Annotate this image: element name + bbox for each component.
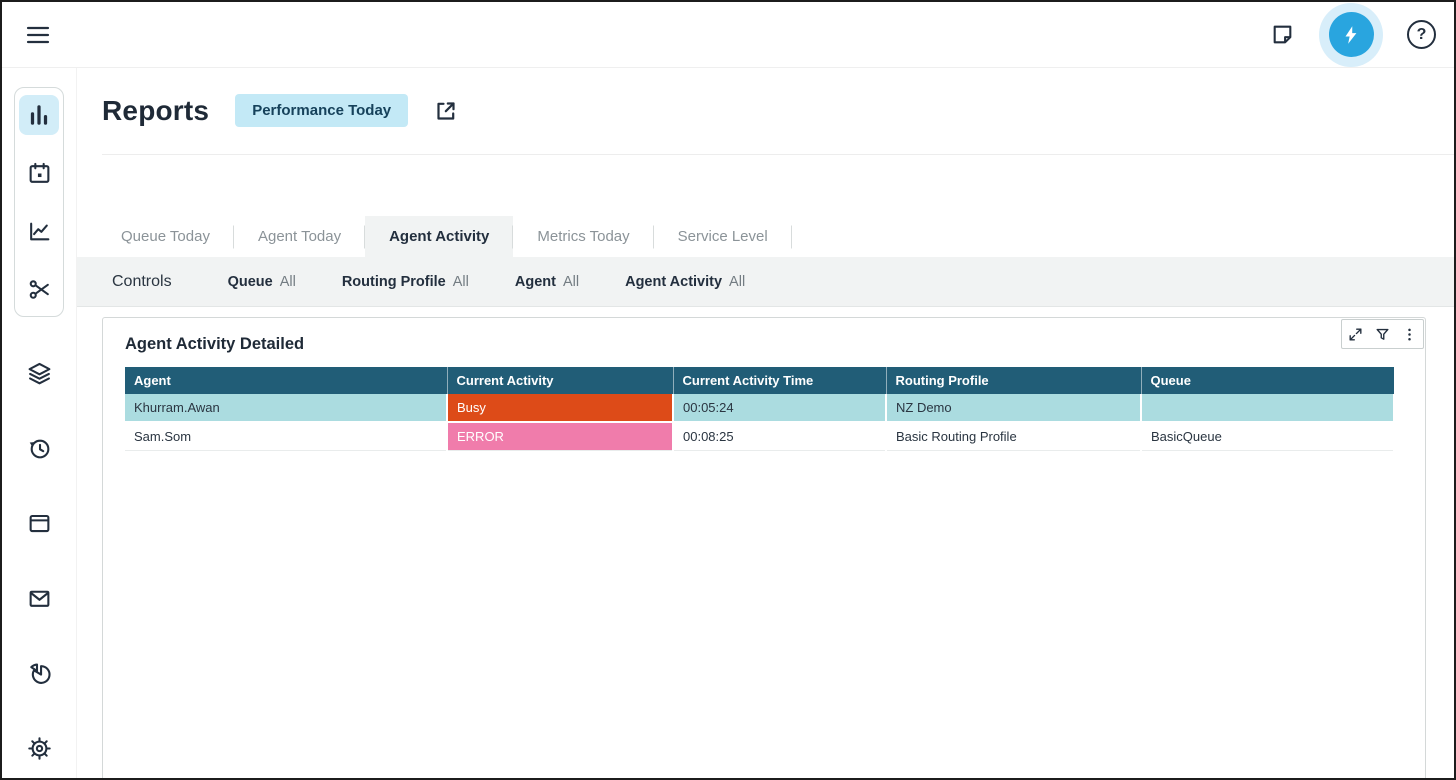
column-header-current-activity-time: Current Activity Time bbox=[673, 367, 886, 394]
filter-value: All bbox=[453, 274, 469, 290]
controls-bar: Controls Queue All Routing Profile All Age… bbox=[77, 257, 1454, 307]
lightning-icon bbox=[1340, 24, 1362, 46]
ellipsis-vertical-icon bbox=[1402, 327, 1417, 342]
column-header-current-activity: Current Activity bbox=[447, 367, 673, 394]
tab-metrics-today[interactable]: Metrics Today bbox=[513, 216, 653, 257]
settings-gear-icon bbox=[27, 736, 52, 761]
sidebar-item-dashboards[interactable] bbox=[19, 653, 59, 693]
hamburger-icon bbox=[24, 21, 52, 49]
expand-icon bbox=[1348, 327, 1363, 342]
page-header: Reports Performance Today bbox=[77, 68, 1454, 127]
filter-value: All bbox=[563, 274, 579, 290]
cell-current-activity: Busy bbox=[447, 394, 673, 422]
column-header-routing-profile: Routing Profile bbox=[886, 367, 1141, 394]
cell-queue: BasicQueue bbox=[1141, 422, 1394, 451]
report-badge: Performance Today bbox=[235, 94, 408, 127]
tab-service-level[interactable]: Service Level bbox=[654, 216, 792, 257]
mail-icon bbox=[27, 586, 52, 611]
open-external-button[interactable] bbox=[434, 99, 458, 123]
agent-activity-table: Agent Current Activity Current Activity … bbox=[125, 367, 1395, 451]
main-content: Reports Performance Today Queue Today Ag… bbox=[77, 68, 1454, 778]
sidebar-item-routing[interactable] bbox=[19, 353, 59, 393]
report-tabs: Queue Today Agent Today Agent Activity M… bbox=[77, 216, 1454, 257]
cell-current-activity: ERROR bbox=[447, 422, 673, 451]
filter-value: All bbox=[729, 274, 745, 290]
filters: Queue All Routing Profile All Agent All Age… bbox=[228, 274, 746, 290]
more-options-button[interactable] bbox=[1396, 320, 1423, 348]
expand-button[interactable] bbox=[1342, 320, 1369, 348]
filter-queue[interactable]: Queue All bbox=[228, 274, 296, 290]
card-title: Agent Activity Detailed bbox=[103, 318, 1425, 354]
topbar: ? bbox=[2, 2, 1454, 68]
column-header-queue: Queue bbox=[1141, 367, 1394, 394]
sidebar-item-schedule[interactable] bbox=[19, 153, 59, 193]
funnel-icon bbox=[1375, 327, 1390, 342]
cell-agent: Sam.Som bbox=[125, 422, 447, 451]
sidebar bbox=[2, 68, 77, 778]
tab-label: Service Level bbox=[678, 228, 768, 245]
filter-label: Routing Profile bbox=[342, 274, 446, 290]
calendar-icon bbox=[27, 161, 52, 186]
filter-routing-profile[interactable]: Routing Profile All bbox=[342, 274, 469, 290]
report-card: Agent Activity Detailed Agent Current Ac… bbox=[102, 317, 1426, 778]
assistant-button-halo bbox=[1319, 3, 1383, 67]
sidebar-item-messages[interactable] bbox=[19, 578, 59, 618]
app-window: ? bbox=[0, 0, 1456, 780]
cell-activity-time: 00:05:24 bbox=[673, 394, 886, 422]
notes-button[interactable] bbox=[1270, 22, 1295, 47]
tab-label: Metrics Today bbox=[537, 228, 629, 245]
sidebar-metrics-group bbox=[14, 87, 64, 317]
filter-agent-activity[interactable]: Agent Activity All bbox=[625, 274, 745, 290]
sidebar-item-analytics-tools[interactable] bbox=[19, 269, 59, 309]
tab-label: Agent Today bbox=[258, 228, 341, 245]
card-toolbar bbox=[1341, 319, 1424, 349]
sidebar-item-historical-metrics[interactable] bbox=[19, 211, 59, 251]
cell-queue bbox=[1141, 394, 1394, 422]
sidebar-item-workspaces[interactable] bbox=[19, 503, 59, 543]
note-icon bbox=[1270, 22, 1295, 47]
filter-label: Agent Activity bbox=[625, 274, 722, 290]
cell-activity-time: 00:08:25 bbox=[673, 422, 886, 451]
table-row: Khurram.Awan Busy 00:05:24 NZ Demo bbox=[125, 394, 1394, 422]
layers-icon bbox=[27, 361, 52, 386]
tab-label: Agent Activity bbox=[389, 228, 489, 245]
filter-label: Queue bbox=[228, 274, 273, 290]
cell-agent: Khurram.Awan bbox=[125, 394, 447, 422]
help-question-mark: ? bbox=[1417, 26, 1427, 44]
filter-value: All bbox=[280, 274, 296, 290]
tab-agent-today[interactable]: Agent Today bbox=[234, 216, 365, 257]
sidebar-secondary-group bbox=[19, 353, 59, 768]
table-header-row: Agent Current Activity Current Activity … bbox=[125, 367, 1394, 394]
controls-label: Controls bbox=[112, 273, 172, 291]
bar-chart-icon bbox=[26, 102, 52, 128]
line-chart-icon bbox=[27, 219, 52, 244]
sidebar-item-settings[interactable] bbox=[19, 728, 59, 768]
filter-agent[interactable]: Agent All bbox=[515, 274, 579, 290]
pie-chart-icon bbox=[27, 661, 52, 686]
window-icon bbox=[27, 511, 52, 536]
column-header-agent: Agent bbox=[125, 367, 447, 394]
tab-label: Queue Today bbox=[121, 228, 210, 245]
filter-button[interactable] bbox=[1369, 320, 1396, 348]
sidebar-item-reports[interactable] bbox=[19, 95, 59, 135]
external-link-icon bbox=[434, 99, 458, 123]
tab-queue-today[interactable]: Queue Today bbox=[97, 216, 234, 257]
header-divider bbox=[102, 154, 1454, 155]
lightning-button[interactable] bbox=[1329, 12, 1374, 57]
filter-label: Agent bbox=[515, 274, 556, 290]
table-row: Sam.Som ERROR 00:08:25 Basic Routing Pro… bbox=[125, 422, 1394, 451]
tab-agent-activity[interactable]: Agent Activity bbox=[365, 216, 513, 257]
page-title: Reports bbox=[102, 95, 209, 127]
cell-routing-profile: NZ Demo bbox=[886, 394, 1141, 422]
history-icon bbox=[27, 436, 52, 461]
scissors-icon bbox=[27, 277, 52, 302]
cell-routing-profile: Basic Routing Profile bbox=[886, 422, 1141, 451]
help-button[interactable]: ? bbox=[1407, 20, 1436, 49]
sidebar-item-history[interactable] bbox=[19, 428, 59, 468]
hamburger-menu-button[interactable] bbox=[24, 21, 52, 49]
